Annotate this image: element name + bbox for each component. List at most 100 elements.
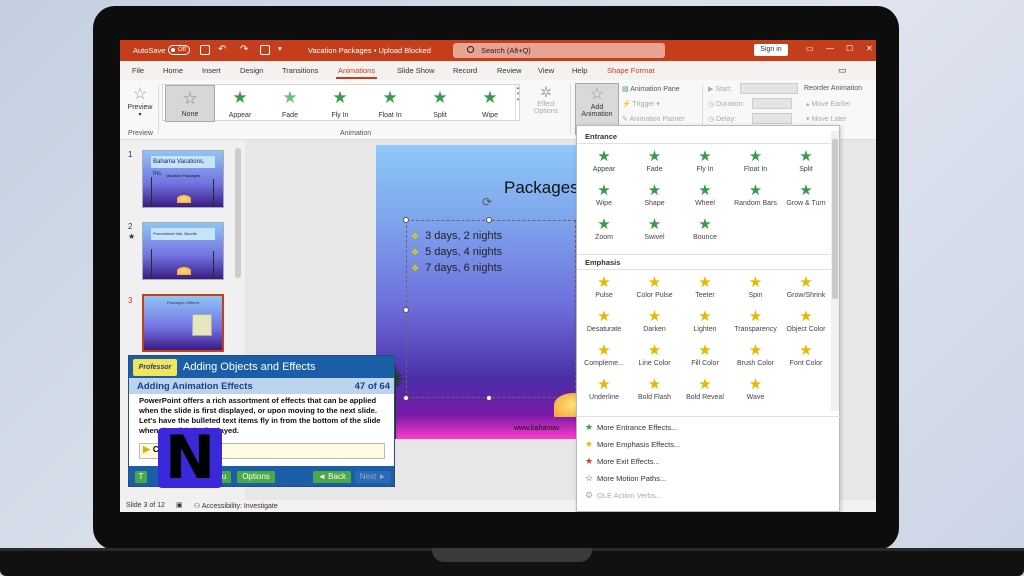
entrance-effect-swivel[interactable]: ★ Swivel [630,216,680,241]
entrance-effect-wipe[interactable]: ★ Wipe [579,182,629,207]
emphasis-effect-wave[interactable]: ★ Wave [731,376,781,401]
anim-wipe[interactable]: ★ Wipe [465,85,515,122]
tab-transitions[interactable]: Transitions [282,66,318,75]
tab-home[interactable]: Home [163,66,183,75]
dropdown-scrollbar[interactable] [831,131,839,411]
animation-pane-button[interactable]: ▤ Animation Pane [622,85,680,93]
emphasis-effect-compleme[interactable]: ★ Compleme... [579,342,629,367]
more-entrance-effects[interactable]: ★ More Entrance Effects... [585,422,677,433]
tab-design[interactable]: Design [240,66,263,75]
animation-painter-button[interactable]: ✎ Animation Painter [622,115,685,123]
start-select[interactable] [740,83,798,94]
emphasis-effect-transparency[interactable]: ★ Transparency [731,308,781,333]
entrance-effect-bounce[interactable]: ★ Bounce [680,216,730,241]
anim-none[interactable]: ☆ None [165,85,215,122]
trigger-button[interactable]: ⚡ Trigger ▾ [622,100,660,108]
move-earlier-button[interactable]: ▴ Move Earlier [806,100,851,108]
tab-record[interactable]: Record [453,66,477,75]
slide-thumbnail-1[interactable]: Bahama Vacations, Inc. Vacation Packages [142,150,224,208]
entrance-effect-zoom[interactable]: ★ Zoom [579,216,629,241]
emphasis-effect-pulse[interactable]: ★ Pulse [579,274,629,299]
emphasis-effect-teeter[interactable]: ★ Teeter [680,274,730,299]
thumbnails-scrollbar[interactable] [235,148,241,278]
accessibility-status[interactable]: ⚇ Accessibility: Investigate [194,502,278,510]
entrance-effect-shape[interactable]: ★ Shape [630,182,680,207]
anim-fade[interactable]: ★ Fade [265,85,315,122]
entrance-effect-random-bars[interactable]: ★ Random Bars [731,182,781,207]
duration-input[interactable] [752,98,792,109]
anim-fly-in[interactable]: ★ Fly In [315,85,365,122]
emphasis-effect-brush-color[interactable]: ★ Brush Color [731,342,781,367]
spelling-icon[interactable]: ▣ [176,501,183,509]
emphasis-effect-bold-flash[interactable]: ★ Bold Flash [630,376,680,401]
resize-handle[interactable] [403,217,409,223]
emphasis-effect-fill-color[interactable]: ★ Fill Color [680,342,730,367]
emphasis-effect-underline[interactable]: ★ Underline [579,376,629,401]
slide-thumbnail-3[interactable]: Packages Offered [142,294,224,352]
tab-review[interactable]: Review [497,66,522,75]
comments-icon[interactable]: ▭ [838,65,847,76]
emphasis-effect-object-color[interactable]: ★ Object Color [781,308,831,333]
tab-file[interactable]: File [132,66,144,75]
resize-handle[interactable] [403,307,409,313]
sign-in-button[interactable]: Sign in [754,44,788,56]
resize-handle[interactable] [486,217,492,223]
entrance-effect-split[interactable]: ★ Split [781,148,831,173]
anim-appear[interactable]: ★ Appear [215,85,265,122]
more-emphasis-effects[interactable]: ★ More Emphasis Effects... [585,439,680,450]
gallery-scroll[interactable]: ▴ ▾ ▾ [515,85,520,120]
emphasis-star-icon: ★ [585,439,594,449]
emphasis-effect-grow-shrink[interactable]: ★ Grow/Shrink [781,274,831,299]
emphasis-effect-color-pulse[interactable]: ★ Color Pulse [630,274,680,299]
autosave-toggle[interactable]: Off [168,45,190,55]
anim-float-in[interactable]: ★ Float In [365,85,415,122]
ole-action-verbs[interactable]: ⚙ OLE Action Verbs... [585,490,662,501]
more-exit-effects[interactable]: ★ More Exit Effects... [585,456,660,467]
move-later-button[interactable]: ▾ Move Later [806,115,847,123]
tab-help[interactable]: Help [572,66,587,75]
entrance-effect-grow-turn[interactable]: ★ Grow & Turn [781,182,831,207]
next-button[interactable]: Next ► [355,471,391,483]
resize-handle[interactable] [486,395,492,401]
save-icon[interactable] [200,45,210,55]
emphasis-effect-desaturate[interactable]: ★ Desaturate [579,308,629,333]
start-label: ▶ Start: [708,86,733,93]
emphasis-effect-darken[interactable]: ★ Darken [630,308,680,333]
back-button[interactable]: ◄ Back [313,471,351,483]
resize-handle[interactable] [403,395,409,401]
delay-input[interactable] [752,113,792,124]
search-input[interactable]: Search (Alt+Q) [453,43,665,58]
emphasis-effect-spin[interactable]: ★ Spin [731,274,781,299]
slide-thumbnail-2[interactable]: Promotional Info. Bundle [142,222,224,280]
minimize-icon[interactable]: — [826,44,834,53]
emphasis-effect-bold-reveal[interactable]: ★ Bold Reveal [680,376,730,401]
add-animation-star-icon: ☆ [589,86,605,103]
customize-qat-icon[interactable]: ▾ [278,44,282,53]
close-icon[interactable]: ✕ [866,44,873,53]
tab-shape-format[interactable]: Shape Format [607,66,655,75]
emphasis-effect-lighten[interactable]: ★ Lighten [680,308,730,333]
anim-split[interactable]: ★ Split [415,85,465,122]
more-motion-paths[interactable]: ☆ More Motion Paths... [585,473,666,484]
tutorial-t-button[interactable]: T [135,471,147,483]
tab-insert[interactable]: Insert [202,66,221,75]
present-icon[interactable] [260,45,270,55]
emphasis-effect-line-color[interactable]: ★ Line Color [630,342,680,367]
rotate-handle-icon[interactable]: ⟳ [482,195,492,209]
entrance-effect-float-in[interactable]: ★ Float In [731,148,781,173]
tab-animations[interactable]: Animations [335,66,378,79]
entrance-effect-fly-in[interactable]: ★ Fly In [680,148,730,173]
entrance-effect-appear[interactable]: ★ Appear [579,148,629,173]
preview-button[interactable]: ☆ Preview ▾ [124,84,156,128]
undo-icon[interactable]: ↶ [218,44,226,55]
entrance-effect-fade[interactable]: ★ Fade [630,148,680,173]
emphasis-effect-font-color[interactable]: ★ Font Color [781,342,831,367]
effect-options-button[interactable]: ✲ Effect Options [528,84,564,128]
maximize-icon[interactable]: ☐ [846,44,853,53]
ribbon-display-icon[interactable]: ▭ [806,44,814,53]
options-button[interactable]: Options [237,471,275,483]
redo-icon[interactable]: ↷ [240,44,248,55]
tab-slide-show[interactable]: Slide Show [397,66,435,75]
tab-view[interactable]: View [538,66,554,75]
entrance-effect-wheel[interactable]: ★ Wheel [680,182,730,207]
